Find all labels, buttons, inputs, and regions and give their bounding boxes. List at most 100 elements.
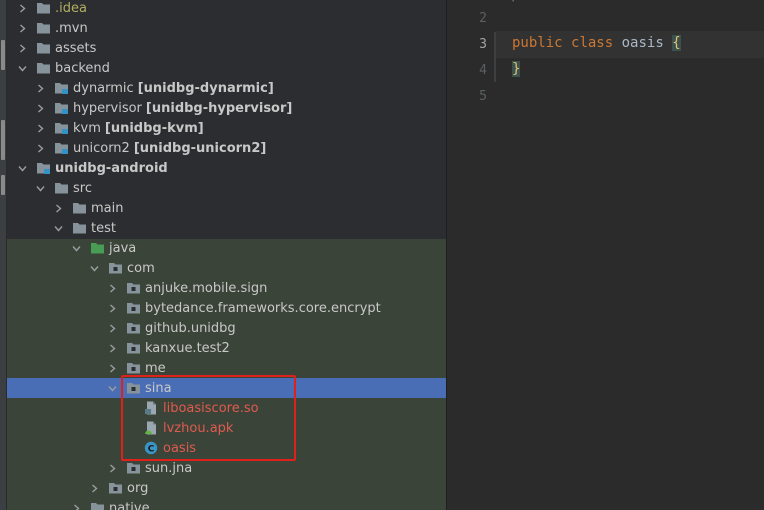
- package-icon: [125, 280, 141, 296]
- tree-item-label: com: [127, 260, 155, 276]
- chevron-right-icon[interactable]: [105, 298, 119, 318]
- folder-icon: [35, 40, 51, 56]
- close-brace: }: [512, 61, 521, 77]
- module-folder-icon: [53, 140, 69, 156]
- chevron-right-icon[interactable]: [105, 358, 119, 378]
- package-icon: [125, 340, 141, 356]
- tree-item-backend[interactable]: backend: [7, 58, 446, 78]
- tool-window-tab[interactable]: [1, 175, 5, 195]
- tree-item-label: main: [91, 200, 124, 216]
- tool-window-tab[interactable]: [1, 120, 5, 160]
- chevron-right-icon[interactable]: [69, 498, 83, 510]
- tree-item-label: bytedance.frameworks.core.encrypt: [145, 300, 381, 316]
- chevron-right-icon[interactable]: [33, 98, 47, 118]
- tree-item-kvm[interactable]: kvm [unidbg-kvm]: [7, 118, 446, 138]
- tree-item-src[interactable]: src: [7, 178, 446, 198]
- tree-item-dynarmic[interactable]: dynarmic [unidbg-dynarmic]: [7, 78, 446, 98]
- annotation-highlight-box: [121, 375, 296, 461]
- folder-icon: [35, 0, 51, 16]
- module-name: [unidbg-unicorn2]: [133, 140, 267, 156]
- module-folder-icon: [35, 160, 51, 176]
- chevron-right-icon[interactable]: [105, 458, 119, 478]
- package-icon: [125, 360, 141, 376]
- tool-window-tab[interactable]: [1, 40, 5, 70]
- tree-item-com[interactable]: com: [7, 258, 446, 278]
- chevron-right-icon[interactable]: [15, 0, 29, 18]
- module-folder-icon: [53, 120, 69, 136]
- tree-item-label: src: [73, 180, 92, 196]
- code-line-4[interactable]: }: [512, 61, 521, 77]
- chevron-right-icon[interactable]: [87, 478, 101, 498]
- module-folder-icon: [53, 80, 69, 96]
- tree-item-label: kanxue.test2: [145, 340, 230, 356]
- tree-item-unicorn2[interactable]: unicorn2 [unidbg-unicorn2]: [7, 138, 446, 158]
- tree-item-label: unidbg-android: [55, 160, 168, 176]
- tree-item-label: test: [91, 220, 116, 236]
- chevron-right-icon[interactable]: [15, 18, 29, 38]
- module-name: [unidbg-dynarmic]: [137, 80, 274, 96]
- tree-item-main[interactable]: main: [7, 198, 446, 218]
- tree-item-java[interactable]: java: [7, 238, 446, 258]
- folder-icon: [71, 200, 87, 216]
- keyword: class: [571, 35, 614, 51]
- tree-item-idea[interactable]: .idea: [7, 0, 446, 18]
- folder-icon: [89, 500, 105, 510]
- class-name: oasis: [621, 35, 664, 51]
- chevron-right-icon[interactable]: [105, 278, 119, 298]
- line-number: 4: [479, 63, 487, 78]
- chevron-right-icon[interactable]: [105, 318, 119, 338]
- tree-item-label: native: [109, 500, 150, 510]
- code-line-3[interactable]: public class oasis {: [512, 35, 681, 51]
- package-icon: [125, 320, 141, 336]
- folder-icon: [53, 180, 69, 196]
- tree-item-label: unicorn2: [73, 140, 130, 156]
- tree-item-label: github.unidbg: [145, 320, 236, 336]
- folder-icon: [71, 220, 87, 236]
- tree-item-github-unidbg[interactable]: github.unidbg: [7, 318, 446, 338]
- tree-item-hypervisor[interactable]: hypervisor [unidbg-hypervisor]: [7, 98, 446, 118]
- chevron-right-icon[interactable]: [15, 38, 29, 58]
- tree-item-native[interactable]: native: [7, 498, 446, 510]
- tree-item-label: me: [145, 360, 166, 376]
- tree-item-sun-jna[interactable]: sun.jna: [7, 458, 446, 478]
- tree-item-label: assets: [55, 40, 97, 56]
- tree-item-mvn[interactable]: .mvn: [7, 18, 446, 38]
- tree-item-label: kvm: [73, 120, 101, 136]
- tree-item-test[interactable]: test: [7, 218, 446, 238]
- package-icon: [125, 300, 141, 316]
- chevron-down-icon[interactable]: [51, 218, 65, 238]
- tree-item-kanxue-test2[interactable]: kanxue.test2: [7, 338, 446, 358]
- project-tree[interactable]: .idea .mvn assets backend dynarmic [unidbg-dy…: [7, 0, 446, 510]
- chevron-right-icon[interactable]: [33, 138, 47, 158]
- tree-item-label: hypervisor: [73, 100, 142, 116]
- line-number-gutter[interactable]: 2 3 4 5: [447, 0, 495, 510]
- chevron-down-icon[interactable]: [105, 378, 119, 398]
- open-brace: {: [672, 35, 681, 51]
- chevron-right-icon[interactable]: [33, 78, 47, 98]
- chevron-down-icon[interactable]: [87, 258, 101, 278]
- tree-item-label: backend: [55, 60, 110, 76]
- tree-item-assets[interactable]: assets: [7, 38, 446, 58]
- left-tool-strip[interactable]: [0, 0, 7, 510]
- line-number: 5: [479, 89, 487, 104]
- chevron-right-icon[interactable]: [105, 338, 119, 358]
- chevron-down-icon[interactable]: [69, 238, 83, 258]
- tree-item-bytedance-frameworks-core-encrypt[interactable]: bytedance.frameworks.core.encrypt: [7, 298, 446, 318]
- chevron-right-icon[interactable]: [33, 118, 47, 138]
- tree-item-unidbg-android[interactable]: unidbg-android: [7, 158, 446, 178]
- chevron-down-icon[interactable]: [33, 178, 47, 198]
- tree-item-anjuke-mobile-sign[interactable]: anjuke.mobile.sign: [7, 278, 446, 298]
- tree-item-org[interactable]: org: [7, 478, 446, 498]
- chevron-down-icon[interactable]: [15, 58, 29, 78]
- chevron-right-icon[interactable]: [51, 198, 65, 218]
- tree-item-label: .idea: [55, 0, 87, 16]
- chevron-down-icon[interactable]: [15, 158, 29, 178]
- module-folder-icon: [53, 100, 69, 116]
- tree-item-label: java: [109, 240, 137, 256]
- line-number: 3: [479, 37, 487, 52]
- tree-item-label: .mvn: [55, 20, 88, 36]
- tree-item-label: sun.jna: [145, 460, 193, 476]
- code-editor[interactable]: 2 3 4 5 ⌐ public class oasis { }: [447, 0, 764, 510]
- tree-item-label: dynarmic: [73, 80, 134, 96]
- folder-icon: [35, 20, 51, 36]
